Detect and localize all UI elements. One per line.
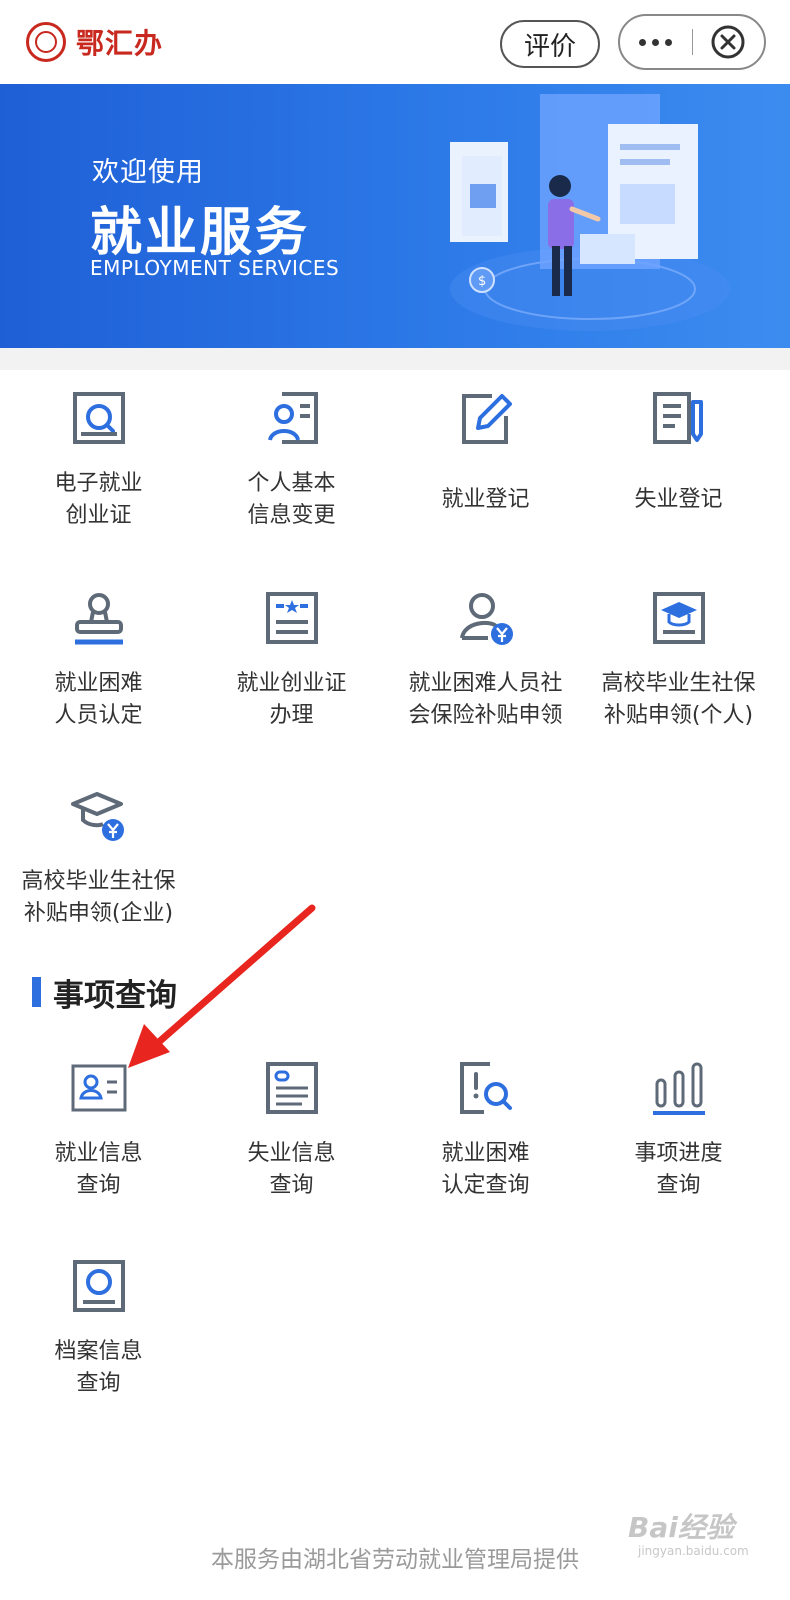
service-item-info-change[interactable]: 个人基本 信息变更 [193, 388, 390, 532]
close-circle-icon[interactable] [693, 16, 765, 68]
query-label: 失业信息 查询 [247, 1141, 336, 1198]
person-yuan-icon [459, 593, 513, 645]
query-item-archive-info[interactable]: 档案信息 查询 [0, 1256, 197, 1400]
banner-welcome: 欢迎使用 [92, 157, 204, 188]
section-accent-bar [32, 977, 41, 1007]
svg-text:$: $ [478, 274, 486, 289]
service-item-electronic-certificate[interactable]: 电子就业 创业证 [0, 388, 197, 532]
section-gap [0, 348, 790, 370]
service-label: 就业登记 [441, 487, 530, 512]
section-title-query: 事项查询 [32, 972, 177, 1014]
service-item-graduate-subsidy-enterprise[interactable]: 高校毕业生社保 补贴申领(企业) [0, 786, 197, 930]
banner-title: 就业服务 [90, 203, 311, 263]
service-label: 个人基本 信息变更 [247, 471, 336, 528]
service-label: 电子就业 创业证 [54, 471, 143, 528]
query-item-difficulty-identification[interactable]: 就业困难 认定查询 [387, 1058, 584, 1202]
brand-logo: 鄂汇办 [26, 20, 163, 64]
service-label: 失业登记 [634, 487, 723, 512]
person-card-icon [267, 392, 318, 444]
archive-search-icon [72, 1260, 125, 1312]
hero-banner: 欢迎使用 就业服务 EMPLOYMENT SERVICES $ [0, 84, 790, 348]
service-item-employment-registration[interactable]: 就业登记 [387, 388, 584, 516]
query-item-progress[interactable]: 事项进度 查询 [580, 1058, 777, 1202]
service-label: 高校毕业生社保 补贴申领(企业) [21, 869, 176, 926]
profile-card-icon [265, 1062, 318, 1114]
watermark-text: Bai经验 [628, 1511, 734, 1544]
service-item-graduate-subsidy-personal[interactable]: 高校毕业生社保 补贴申领(个人) [580, 588, 777, 732]
rate-button[interactable]: 评价 [500, 20, 600, 68]
service-label: 就业困难人员社 会保险补贴申领 [408, 671, 563, 728]
watermark-subtext: jingyan.baidu.com [638, 1544, 749, 1558]
service-label: 就业困难 人员认定 [54, 671, 143, 728]
query-item-unemployment-info[interactable]: 失业信息 查询 [193, 1058, 390, 1202]
service-item-unemployment-registration[interactable]: 失业登记 [580, 388, 777, 516]
certificate-icon [265, 592, 318, 644]
service-label: 高校毕业生社保 补贴申领(个人) [601, 671, 756, 728]
query-label: 就业信息 查询 [54, 1141, 143, 1198]
mini-program-capsule [618, 14, 766, 70]
query-item-employment-info[interactable]: 就业信息 查询 [0, 1058, 197, 1202]
id-card-icon [71, 1064, 126, 1112]
bar-chart-icon [652, 1062, 705, 1115]
document-pen-icon [652, 392, 703, 444]
graduation-yuan-icon [70, 792, 124, 841]
top-bar: 鄂汇办 评价 [0, 0, 790, 84]
query-label: 事项进度 查询 [634, 1141, 723, 1198]
stamp-icon [74, 593, 123, 645]
query-label: 档案信息 查询 [54, 1339, 143, 1396]
service-item-social-insurance-subsidy[interactable]: 就业困难人员社 会保险补贴申领 [387, 588, 584, 732]
section-title-text: 事项查询 [53, 977, 177, 1014]
baidu-watermark: Bai经验 jingyan.baidu.com [598, 1500, 749, 1570]
query-label: 就业困难 认定查询 [441, 1141, 530, 1198]
service-item-difficulty-identification[interactable]: 就业困难 人员认定 [0, 588, 197, 732]
more-dots-icon[interactable] [620, 16, 692, 68]
banner-illustration: $ [450, 94, 730, 331]
service-item-certificate-processing[interactable]: 就业创业证 办理 [193, 588, 390, 732]
seal-icon [26, 22, 66, 62]
graduation-card-icon [652, 592, 705, 644]
edit-icon [461, 394, 512, 444]
brand-name: 鄂汇办 [76, 27, 164, 60]
alert-search-icon [459, 1062, 512, 1114]
search-card-icon [72, 392, 125, 444]
banner-subtitle: EMPLOYMENT SERVICES [90, 256, 340, 280]
service-label: 就业创业证 办理 [236, 671, 347, 728]
